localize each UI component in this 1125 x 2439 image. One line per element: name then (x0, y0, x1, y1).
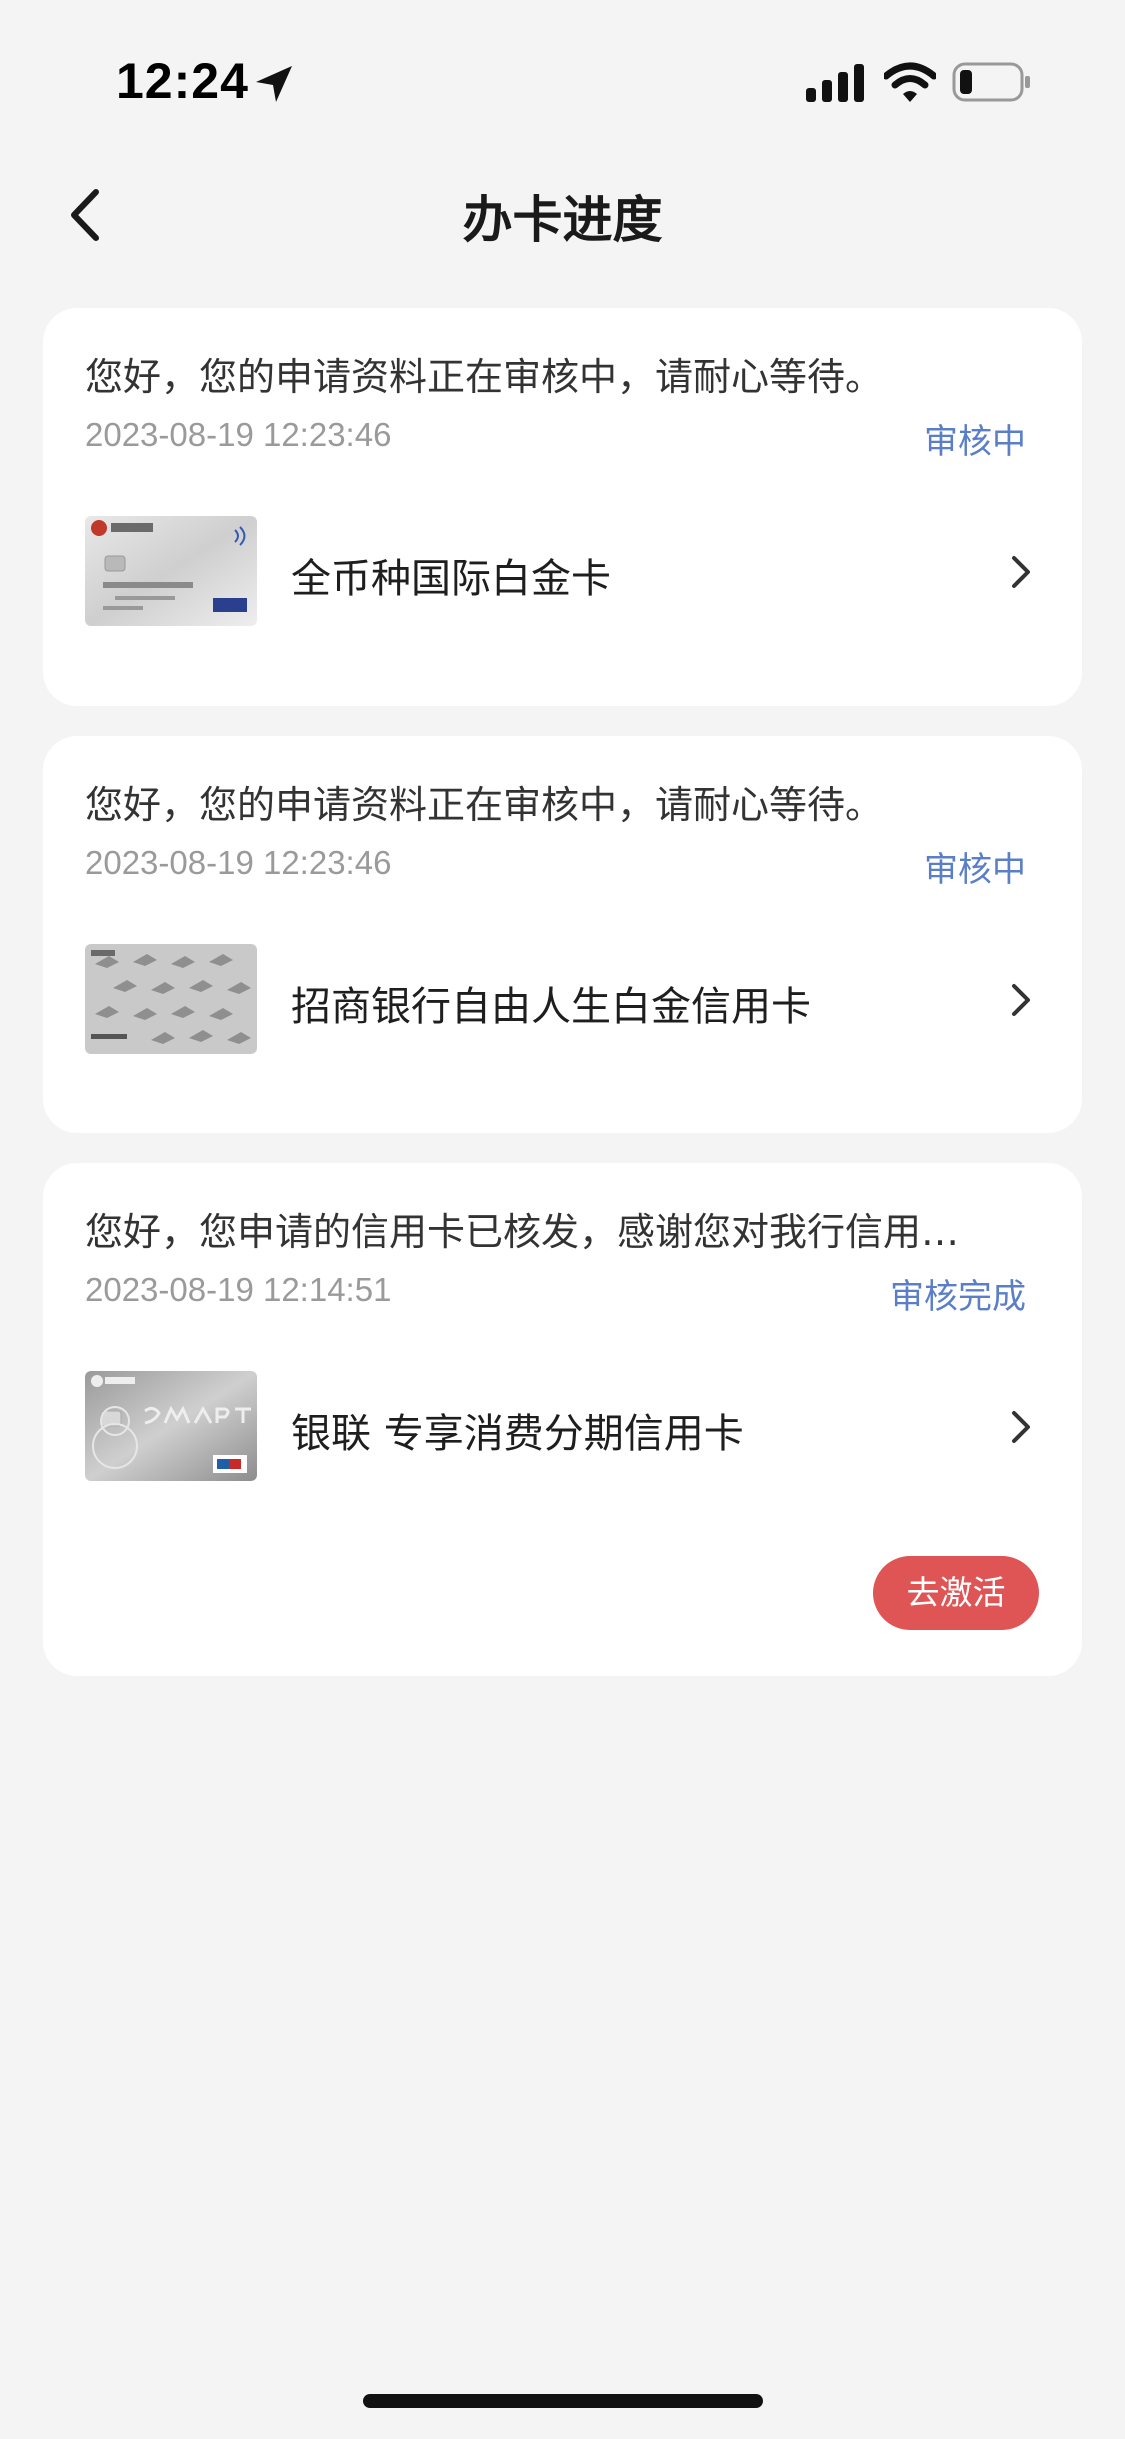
nav-bar: 办卡进度 (0, 160, 1125, 270)
chevron-right-icon (1012, 984, 1030, 1016)
activate-button[interactable]: 去激活 (873, 1556, 1039, 1630)
home-indicator[interactable] (363, 2394, 763, 2408)
chevron-right-icon (1012, 1411, 1030, 1443)
card-name: 全币种国际白金卡 (291, 556, 611, 602)
cellular-signal-icon (806, 64, 864, 102)
status-bar: 12:24 (0, 0, 1125, 150)
battery-icon (952, 62, 1030, 102)
application-time: 2023-08-19 12:14:51 (85, 1271, 392, 1308)
wifi-icon (884, 62, 936, 102)
status-time: 12:24 (116, 53, 249, 109)
application-card: 您好，您的申请资料正在审核中，请耐心等待。 2023-08-19 12:23:4… (43, 308, 1082, 706)
status-badge: 审核中 (924, 422, 1026, 462)
card-name: 招商银行自由人生白金信用卡 (291, 984, 811, 1030)
card-name: 银联 专享消费分期信用卡 (291, 1411, 744, 1457)
card-product-row[interactable]: 银联 专享消费分期信用卡 (85, 1371, 1040, 1483)
card-product-row[interactable]: 全币种国际白金卡 (85, 516, 1040, 628)
application-time: 2023-08-19 12:23:46 (85, 416, 392, 453)
status-badge: 审核完成 (890, 1277, 1026, 1317)
credit-card-thumbnail (85, 516, 257, 626)
chevron-right-icon (1012, 556, 1030, 588)
application-card: 您好，您申请的信用卡已核发，感谢您对我行信用… 2023-08-19 12:14… (43, 1163, 1082, 1676)
application-message: 您好，您的申请资料正在审核中，请耐心等待。 (85, 355, 884, 399)
application-message: 您好，您的申请资料正在审核中，请耐心等待。 (85, 783, 884, 827)
credit-card-thumbnail (85, 944, 257, 1054)
credit-card-thumbnail (85, 1371, 257, 1481)
application-time: 2023-08-19 12:23:46 (85, 844, 392, 881)
application-message: 您好，您申请的信用卡已核发，感谢您对我行信用… (85, 1210, 960, 1254)
application-card: 您好，您的申请资料正在审核中，请耐心等待。 2023-08-19 12:23:4… (43, 736, 1082, 1133)
status-badge: 审核中 (924, 850, 1026, 890)
card-product-row[interactable]: 招商银行自由人生白金信用卡 (85, 944, 1040, 1056)
page-title: 办卡进度 (462, 191, 663, 249)
location-arrow-icon (256, 66, 292, 102)
